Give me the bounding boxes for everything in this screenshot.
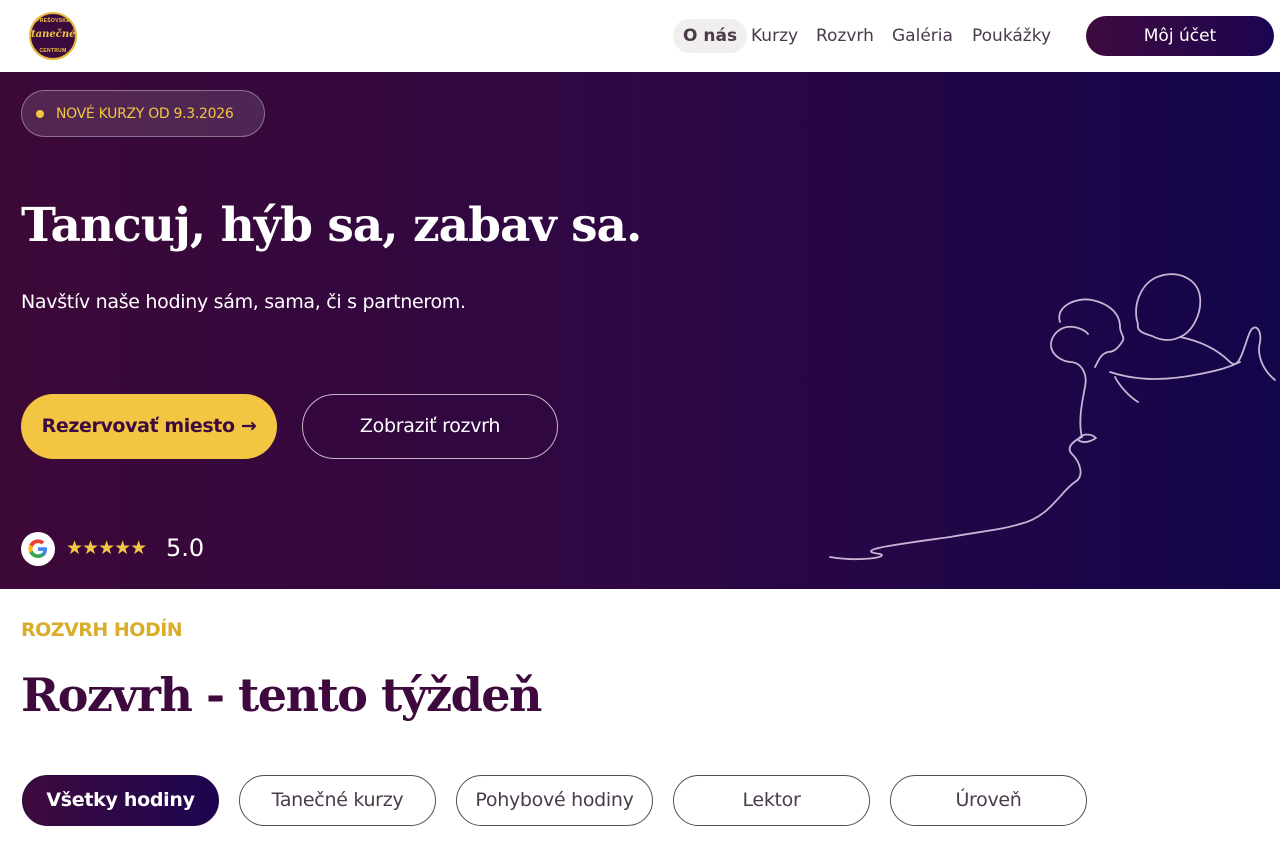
- google-icon[interactable]: [21, 532, 55, 566]
- rating-stars-icon: ★★★★★: [66, 537, 147, 559]
- logo-main-text: tanečné: [31, 29, 76, 40]
- filter-instructor[interactable]: Lektor: [673, 775, 870, 826]
- reserve-spot-button[interactable]: Rezervovať miesto →: [21, 394, 277, 459]
- nav-item-galeria[interactable]: Galéria: [892, 19, 953, 53]
- schedule-title: Rozvrh - tento týždeň: [21, 668, 542, 722]
- filter-dance-courses[interactable]: Tanečné kurzy: [239, 775, 436, 826]
- nav-item-poukazky[interactable]: Poukážky: [972, 19, 1051, 53]
- hero-title: Tancuj, hýb sa, zabav sa.: [21, 198, 642, 253]
- hero-section: NOVÉ KURZY OD 9.3.2026 Tancuj, hýb sa, z…: [0, 72, 1280, 589]
- logo-bottom-text: CENTRUM: [39, 48, 67, 54]
- filter-level[interactable]: Úroveň: [890, 775, 1087, 826]
- nav-item-o-nas[interactable]: O nás: [673, 19, 748, 53]
- google-logo-icon: [28, 539, 47, 558]
- badge-text: NOVÉ KURZY OD 9.3.2026: [56, 106, 234, 122]
- site-header: PREŠOVSKÉ tanečné CENTRUM O nás Kurzy Ro…: [0, 0, 1280, 72]
- logo[interactable]: PREŠOVSKÉ tanečné CENTRUM: [29, 12, 77, 60]
- badge-dot-icon: [36, 110, 44, 118]
- rating-value: 5.0: [166, 534, 205, 562]
- my-account-button[interactable]: Môj účet: [1086, 16, 1274, 56]
- filter-movement-classes[interactable]: Pohybové hodiny: [456, 775, 653, 826]
- new-courses-badge: NOVÉ KURZY OD 9.3.2026: [21, 90, 265, 137]
- schedule-eyebrow: ROZVRH HODÍN: [21, 619, 183, 641]
- filter-all-classes[interactable]: Všetky hodiny: [22, 775, 219, 826]
- logo-top-text: PREŠOVSKÉ: [36, 18, 70, 24]
- nav-item-kurzy[interactable]: Kurzy: [751, 19, 798, 53]
- nav-item-rozvrh[interactable]: Rozvrh: [816, 19, 874, 53]
- hero-subtitle: Navštív naše hodiny sám, sama, či s part…: [21, 291, 466, 313]
- show-schedule-button[interactable]: Zobraziť rozvrh: [302, 394, 558, 459]
- dancing-couple-illustration: [829, 273, 1276, 561]
